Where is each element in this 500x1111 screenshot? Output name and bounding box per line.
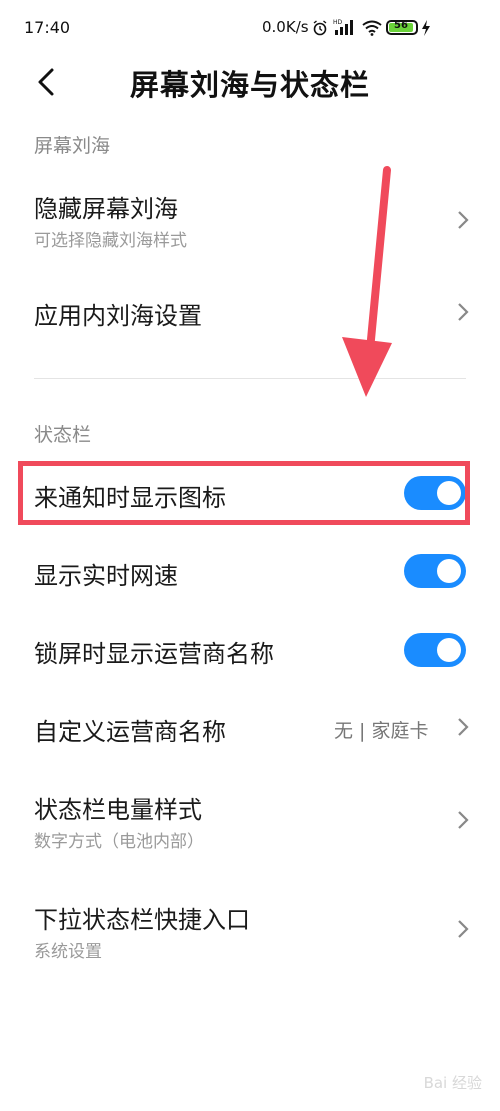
row-pulldown-shortcut[interactable]: 下拉状态栏快捷入口 系统设置: [0, 890, 500, 972]
row-title: 自定义运营商名称: [34, 718, 226, 746]
row-title: 状态栏电量样式: [34, 796, 202, 824]
row-title: 隐藏屏幕刘海: [34, 195, 178, 223]
alarm-icon: [313, 20, 327, 36]
row-subtitle: 系统设置: [34, 942, 102, 962]
highlight-box: [18, 461, 470, 525]
divider: [34, 378, 466, 379]
watermark: Bai 经验: [423, 1074, 482, 1092]
section-label-notch: 屏幕刘海: [34, 135, 111, 157]
page-title: 屏幕刘海与状态栏: [129, 68, 370, 102]
row-value: 无 | 家庭卡: [334, 720, 429, 742]
chevron-right-icon: [458, 303, 469, 321]
chevron-right-icon: [458, 718, 469, 736]
row-battery-style[interactable]: 状态栏电量样式 数字方式（电池内部）: [0, 780, 500, 862]
row-custom-carrier[interactable]: 自定义运营商名称 无 | 家庭卡: [0, 696, 500, 758]
svg-text:HD: HD: [333, 19, 343, 26]
section-label-status: 状态栏: [34, 424, 92, 446]
row-realtime-speed[interactable]: 显示实时网速: [0, 540, 500, 602]
chevron-right-icon: [458, 920, 469, 938]
row-title: 显示实时网速: [34, 562, 178, 590]
row-hide-notch[interactable]: 隐藏屏幕刘海 可选择隐藏刘海样式: [0, 180, 500, 260]
row-app-notch-settings[interactable]: 应用内刘海设置: [0, 282, 500, 344]
row-title: 应用内刘海设置: [34, 302, 202, 330]
row-title: 下拉状态栏快捷入口: [34, 906, 250, 934]
wifi-icon: [362, 20, 382, 36]
annotation-arrow-icon: [342, 166, 392, 397]
row-subtitle: 数字方式（电池内部）: [34, 832, 204, 852]
charging-icon: [422, 20, 430, 36]
battery-level: 56: [394, 20, 408, 31]
status-time: 17:40: [24, 18, 71, 37]
toggle-lockscreen-carrier[interactable]: [404, 633, 466, 667]
toggle-realtime-speed[interactable]: [404, 554, 466, 588]
net-speed: 0.0K/s: [262, 18, 309, 36]
row-title: 锁屏时显示运营商名称: [34, 640, 274, 668]
chevron-right-icon: [458, 811, 469, 829]
chevron-right-icon: [458, 211, 469, 229]
battery-icon: 56: [386, 20, 418, 35]
row-subtitle: 可选择隐藏刘海样式: [34, 231, 187, 251]
hd-signal-icon: HD: [333, 19, 353, 35]
row-lockscreen-carrier[interactable]: 锁屏时显示运营商名称: [0, 618, 500, 680]
